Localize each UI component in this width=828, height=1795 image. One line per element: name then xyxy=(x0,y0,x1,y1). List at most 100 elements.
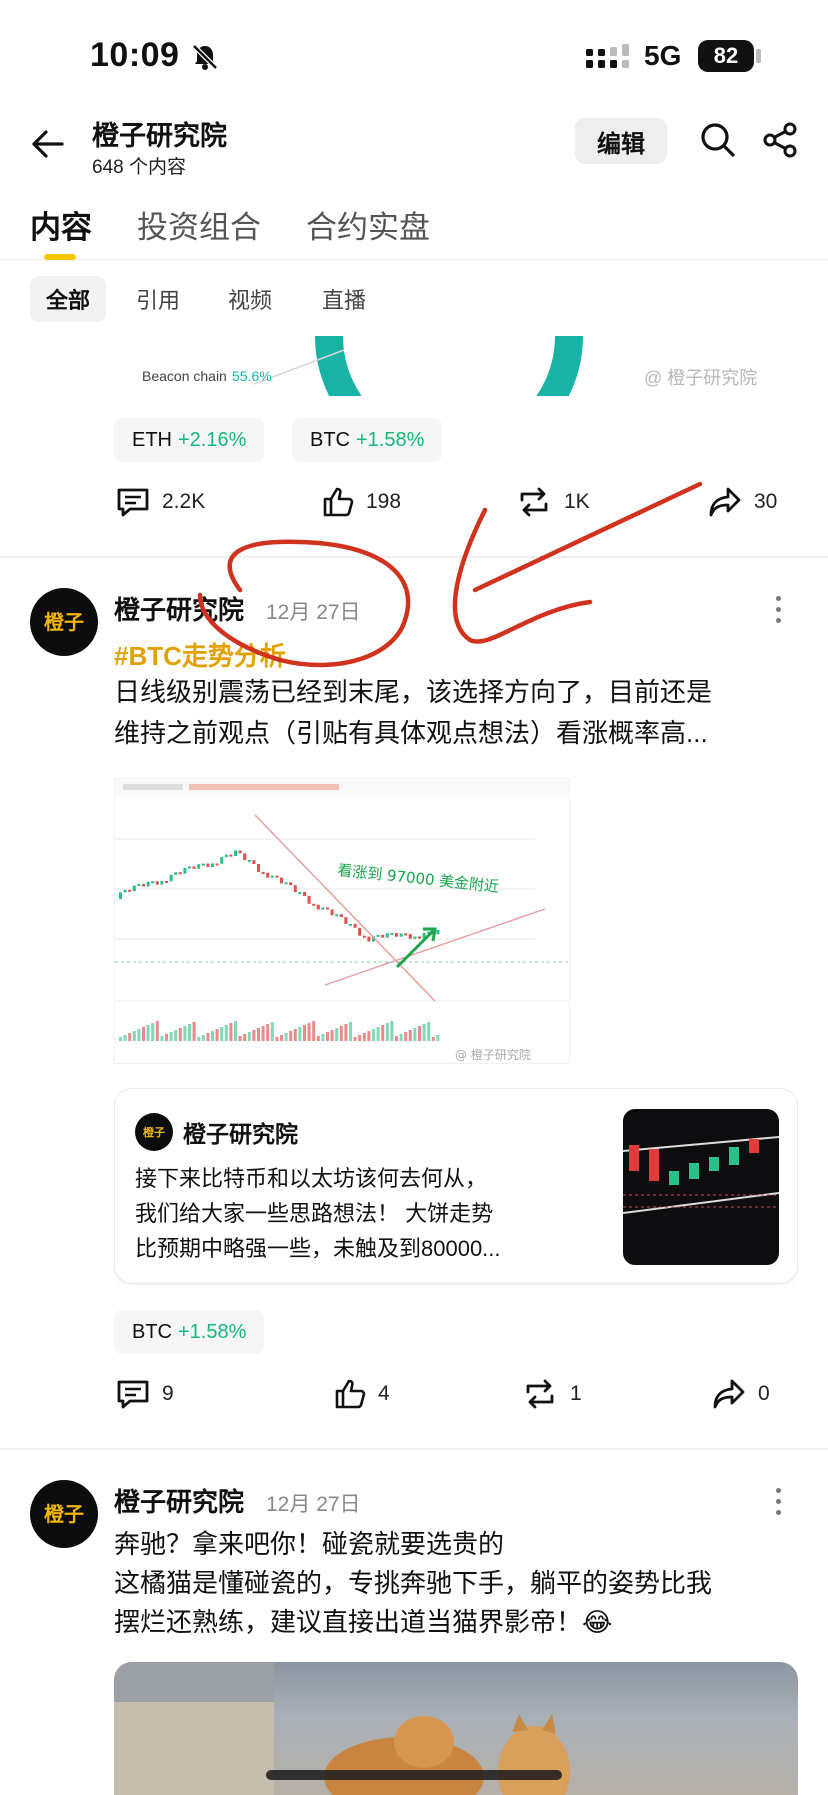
volume-bar xyxy=(137,1029,141,1041)
candle xyxy=(399,933,403,937)
candle xyxy=(390,933,394,935)
tab-contract-live[interactable]: 合约实盘 xyxy=(306,202,430,247)
volume-bar xyxy=(197,1037,201,1041)
quoted-post-card[interactable]: 橙子 橙子研究院 接下来比特币和以太坊该何去何从， 我们给大家一些思路想法！ 大… xyxy=(114,1088,798,1284)
volume-bar xyxy=(275,1037,279,1041)
candle xyxy=(289,882,293,886)
candle xyxy=(238,850,242,854)
volume-bar xyxy=(316,1036,320,1041)
ticker-change: +1.58% xyxy=(356,428,425,451)
volume-bar xyxy=(344,1024,348,1041)
candle xyxy=(418,936,421,939)
post-text-line: 这橘猫是懂碰瓷的，专挑奔驰下手，躺平的姿势比我 xyxy=(114,1568,713,1598)
volume-bar xyxy=(418,1026,421,1041)
post-text-line: 维持之前观点（引贴有具体观点想法）看涨概率高... xyxy=(114,718,708,748)
candle xyxy=(330,909,334,916)
repost-button[interactable]: 1 xyxy=(522,1378,582,1410)
volume-bar xyxy=(257,1028,260,1041)
candle xyxy=(192,866,196,869)
share-button[interactable]: 30 xyxy=(708,486,777,518)
home-indicator xyxy=(266,1770,562,1780)
status-time: 10:09 xyxy=(90,36,180,74)
volume-bar xyxy=(413,1028,417,1041)
filter-quote[interactable]: 引用 xyxy=(120,276,196,322)
author-avatar[interactable]: 橙子 xyxy=(30,588,98,656)
volume-bar xyxy=(312,1021,316,1041)
like-count: 4 xyxy=(378,1382,390,1405)
volume-bar xyxy=(303,1025,306,1041)
profile-header: 橙子研究院 648 个内容 编辑 xyxy=(0,108,828,188)
post-author-name[interactable]: 橙子研究院 xyxy=(114,1482,244,1519)
volume-bar xyxy=(307,1023,311,1041)
candle xyxy=(362,935,366,938)
volume-bar xyxy=(183,1026,187,1041)
candle xyxy=(123,889,127,893)
like-button[interactable]: 4 xyxy=(334,1378,390,1410)
repost-count: 1 xyxy=(570,1382,582,1405)
comment-icon xyxy=(117,1380,149,1409)
volume-bar xyxy=(178,1028,182,1041)
filter-live[interactable]: 直播 xyxy=(306,276,382,322)
candle xyxy=(280,877,283,884)
post-text-line: 摆烂还熟练，建议直接出道当猫界影帝！😂 xyxy=(114,1607,613,1637)
candle xyxy=(436,930,440,935)
volume-bar xyxy=(381,1025,385,1041)
filter-video[interactable]: 视频 xyxy=(212,276,288,322)
share-arrow-icon xyxy=(713,1379,745,1409)
candle xyxy=(339,914,343,918)
more-options-icon[interactable] xyxy=(776,1488,786,1521)
volume-bar xyxy=(326,1032,329,1041)
candle xyxy=(247,860,251,863)
share-button[interactable]: 0 xyxy=(712,1378,770,1410)
volume-bar xyxy=(376,1027,380,1041)
candle xyxy=(408,934,412,939)
candle xyxy=(211,863,214,867)
volume-bar xyxy=(261,1026,265,1041)
candle xyxy=(151,881,155,884)
candle xyxy=(312,903,316,906)
volume-bar xyxy=(174,1030,178,1041)
volume-bar xyxy=(243,1034,247,1041)
tab-portfolio[interactable]: 投资组合 xyxy=(137,202,261,247)
volume-bar xyxy=(330,1030,334,1041)
volume-bar xyxy=(132,1031,136,1041)
ticker-change: +1.58% xyxy=(178,1320,247,1343)
candle xyxy=(188,866,191,869)
volume-bar xyxy=(128,1033,132,1041)
post2-actions: 9 4 1 0 xyxy=(0,1378,828,1418)
candle xyxy=(165,881,168,883)
legend-label: Beacon chain xyxy=(142,368,227,384)
volume-bar xyxy=(201,1035,205,1041)
post-chart-image[interactable]: 看涨到 97000 美金附近 @ 橙子研究院 xyxy=(114,778,570,1064)
candle xyxy=(381,934,385,938)
volume-bar xyxy=(422,1024,426,1041)
ticker-eth[interactable]: ETH +2.16% xyxy=(114,418,265,462)
red-circle-annotation xyxy=(197,481,703,668)
share-network-icon[interactable] xyxy=(762,122,798,163)
avatar-text: 橙子 xyxy=(44,610,84,634)
volume-bar xyxy=(234,1021,237,1041)
volume-bar xyxy=(399,1034,403,1041)
volume-bar xyxy=(436,1035,440,1041)
volume-bar xyxy=(408,1030,412,1041)
candle xyxy=(413,936,417,939)
candle xyxy=(146,881,150,887)
filter-all[interactable]: 全部 xyxy=(30,276,107,322)
edit-button[interactable]: 编辑 xyxy=(575,118,667,164)
ticker-btc[interactable]: BTC +1.58% xyxy=(292,418,443,462)
volume-bar xyxy=(247,1032,251,1041)
volume-bar xyxy=(123,1035,127,1041)
candle xyxy=(293,885,297,893)
volume-bar xyxy=(395,1036,398,1041)
tab-content[interactable]: 内容 xyxy=(30,202,92,247)
author-avatar[interactable]: 橙子 xyxy=(30,1480,98,1548)
comment-button[interactable]: 9 xyxy=(116,1378,174,1410)
back-arrow-icon[interactable] xyxy=(30,128,66,165)
comment-count: 9 xyxy=(162,1382,174,1405)
volume-bar xyxy=(293,1029,297,1041)
ticker-btc[interactable]: BTC +1.58% xyxy=(114,1310,265,1354)
candle xyxy=(344,917,348,924)
search-icon[interactable] xyxy=(700,122,736,163)
candle xyxy=(275,875,279,878)
more-options-icon[interactable] xyxy=(776,596,786,629)
